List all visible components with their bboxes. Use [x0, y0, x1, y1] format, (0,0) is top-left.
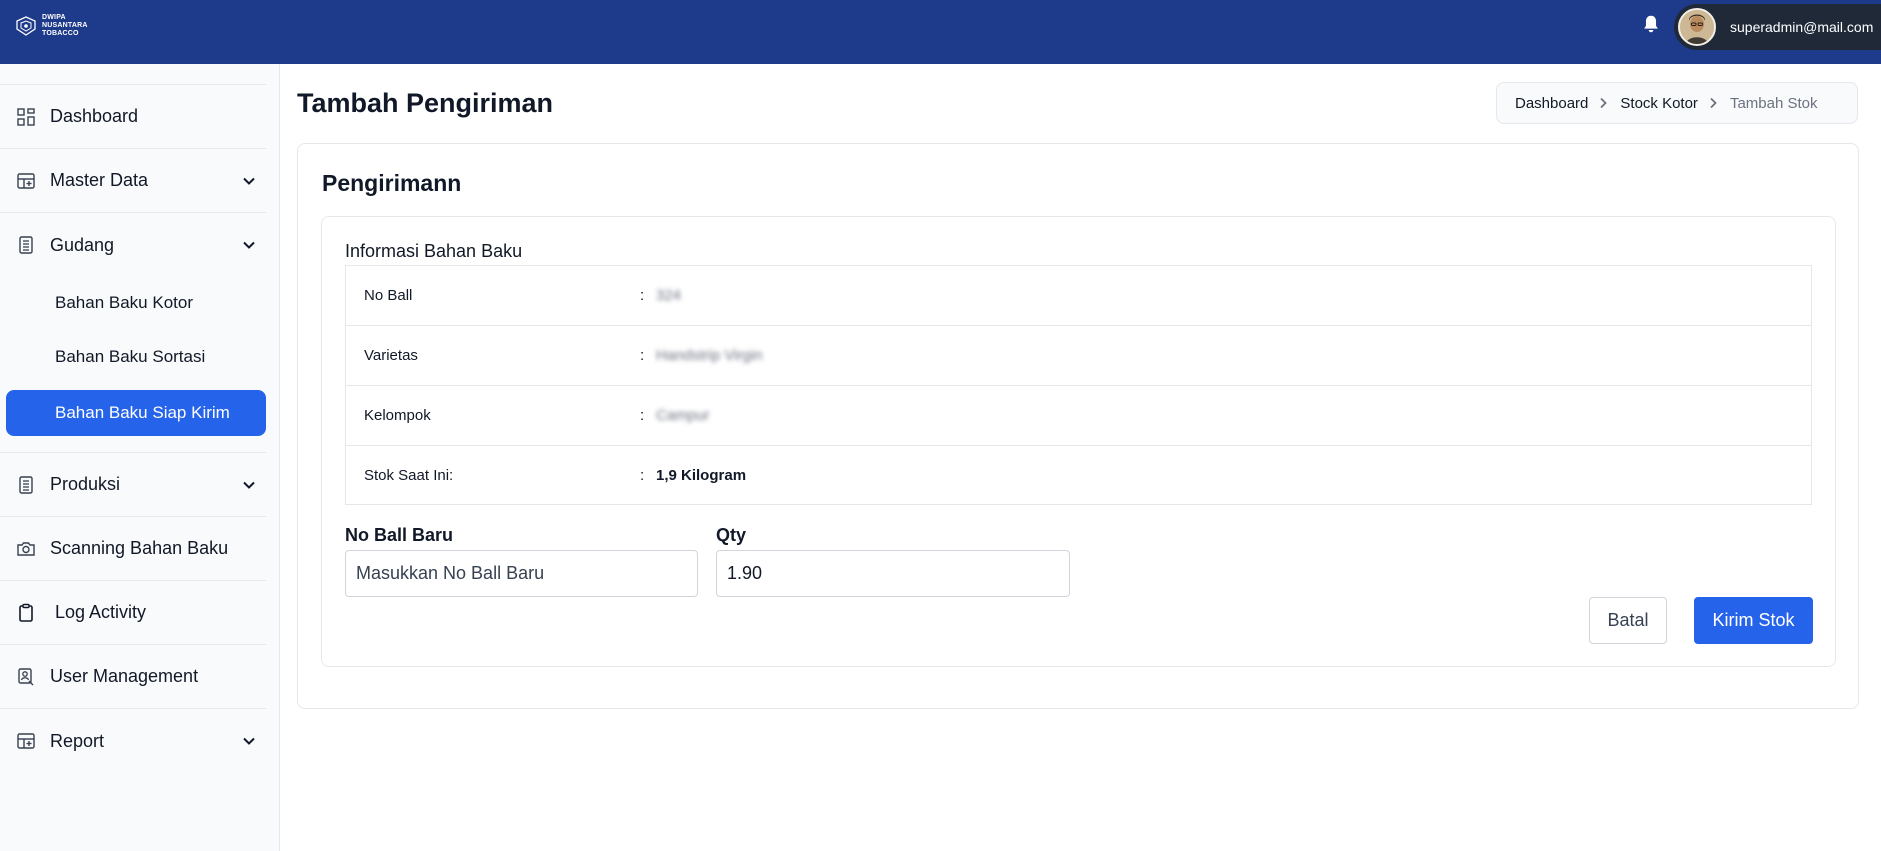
- bell-icon[interactable]: [1640, 12, 1662, 36]
- sidebar-item-label: Dashboard: [50, 106, 139, 126]
- qty-input[interactable]: [716, 550, 1070, 597]
- info-row-varietas: Varietas : Handstrip Virgin: [346, 326, 1811, 386]
- info-colon: :: [640, 467, 645, 484]
- chevron-down-icon[interactable]: [240, 476, 258, 494]
- user-menu[interactable]: superadmin@mail.com: [1674, 4, 1881, 50]
- sidebar-subitem-label: Bahan Baku Siap Kirim: [55, 403, 230, 422]
- sidebar-subitem-bahan-baku-kotor[interactable]: Bahan Baku Kotor: [6, 280, 266, 326]
- sidebar-item-label: User Management: [50, 666, 199, 686]
- logo-text: DWIPA NUSANTARA TOBACCO: [42, 14, 88, 37]
- no-ball-baru-input[interactable]: [345, 550, 698, 597]
- chevron-down-icon[interactable]: [240, 172, 258, 190]
- info-value: 1,9 Kilogram: [656, 467, 747, 484]
- info-colon: :: [640, 287, 645, 304]
- cancel-button[interactable]: Batal: [1589, 597, 1667, 644]
- table-plus-icon: [17, 733, 35, 749]
- logo-emblem-icon: [16, 16, 36, 36]
- chevron-down-icon[interactable]: [240, 236, 258, 254]
- info-key: Varietas: [364, 347, 418, 364]
- clipboard-list-icon: [19, 236, 33, 254]
- info-key: Stok Saat Ini:: [364, 467, 454, 484]
- info-row-kelompok: Kelompok : Campur: [346, 386, 1811, 446]
- info-value: Handstrip Virgin: [656, 347, 763, 364]
- sidebar-item-scanning-bahan-baku[interactable]: Scanning Bahan Baku: [0, 517, 266, 581]
- info-row-no-ball: No Ball : 324: [346, 266, 1811, 326]
- info-row-stok-saat-ini: Stok Saat Ini: : 1,9 Kilogram: [346, 446, 1811, 506]
- chevron-down-icon[interactable]: [240, 732, 258, 750]
- section-title: Informasi Bahan Baku: [345, 241, 523, 261]
- sidebar-item-log-activity[interactable]: Log Activity: [0, 581, 266, 645]
- clipboard-list-icon: [19, 475, 33, 494]
- material-info-table: No Ball : 324 Varietas : Handstrip Virgi…: [345, 265, 1812, 505]
- breadcrumb: Dashboard Stock Kotor Tambah Stok: [1496, 82, 1858, 124]
- info-key: No Ball: [364, 287, 413, 304]
- sidebar-item-label: Produksi: [50, 474, 121, 494]
- sidebar-item-label: Scanning Bahan Baku: [50, 538, 229, 558]
- clipboard-icon: [19, 603, 33, 622]
- sidebar-subitem-bahan-baku-sortasi[interactable]: Bahan Baku Sortasi: [6, 334, 266, 380]
- breadcrumb-current: Tambah Stok: [1729, 94, 1818, 112]
- avatar-face-icon: [1680, 10, 1714, 44]
- sidebar-subitem-label: Bahan Baku Sortasi: [55, 347, 206, 366]
- top-navbar: DWIPA NUSANTARA TOBACCO superadmin@mail.…: [0, 0, 1881, 64]
- sidebar-item-label: Log Activity: [55, 602, 147, 622]
- sidebar-item-master-data[interactable]: Master Data: [0, 149, 266, 213]
- sidebar: Dashboard Master Data Gudang Bahan Baku …: [0, 64, 280, 851]
- chevron-right-icon: [1600, 97, 1608, 109]
- sidebar-subitem-label: Bahan Baku Kotor: [55, 293, 193, 312]
- page-title: Tambah Pengiriman: [297, 88, 554, 118]
- info-colon: :: [640, 347, 645, 364]
- info-value: Campur: [656, 407, 710, 424]
- submit-stock-button[interactable]: Kirim Stok: [1694, 597, 1813, 644]
- sidebar-subitem-bahan-baku-siap-kirim[interactable]: Bahan Baku Siap Kirim: [6, 390, 266, 436]
- sidebar-item-gudang[interactable]: Gudang: [0, 213, 266, 277]
- info-value: 324: [656, 287, 682, 304]
- user-email: superadmin@mail.com: [1730, 19, 1874, 35]
- qty-label: Qty: [716, 525, 747, 545]
- avatar: [1678, 8, 1716, 46]
- sidebar-item-label: Master Data: [50, 170, 149, 190]
- chevron-right-icon: [1710, 97, 1717, 109]
- info-colon: :: [640, 407, 645, 424]
- breadcrumb-dashboard[interactable]: Dashboard: [1515, 95, 1588, 112]
- brand-logo[interactable]: DWIPA NUSANTARA TOBACCO: [14, 14, 102, 38]
- sidebar-item-produksi[interactable]: Produksi: [0, 453, 266, 517]
- info-key: Kelompok: [364, 407, 431, 424]
- table-plus-icon: [17, 172, 35, 189]
- sidebar-item-dashboard[interactable]: Dashboard: [0, 85, 266, 149]
- sidebar-item-report[interactable]: Report: [0, 709, 266, 773]
- camera-icon: [17, 541, 35, 556]
- sidebar-item-label: Report: [50, 730, 105, 751]
- user-badge-icon: [18, 667, 34, 685]
- breadcrumb-stock-kotor[interactable]: Stock Kotor: [1620, 95, 1698, 112]
- dashboard-grid-icon: [17, 107, 35, 126]
- sidebar-item-label: Gudang: [50, 234, 115, 255]
- sidebar-item-user-management[interactable]: User Management: [0, 645, 266, 709]
- card-title: Pengirimann: [322, 170, 462, 196]
- no-ball-baru-label: No Ball Baru: [345, 525, 454, 545]
